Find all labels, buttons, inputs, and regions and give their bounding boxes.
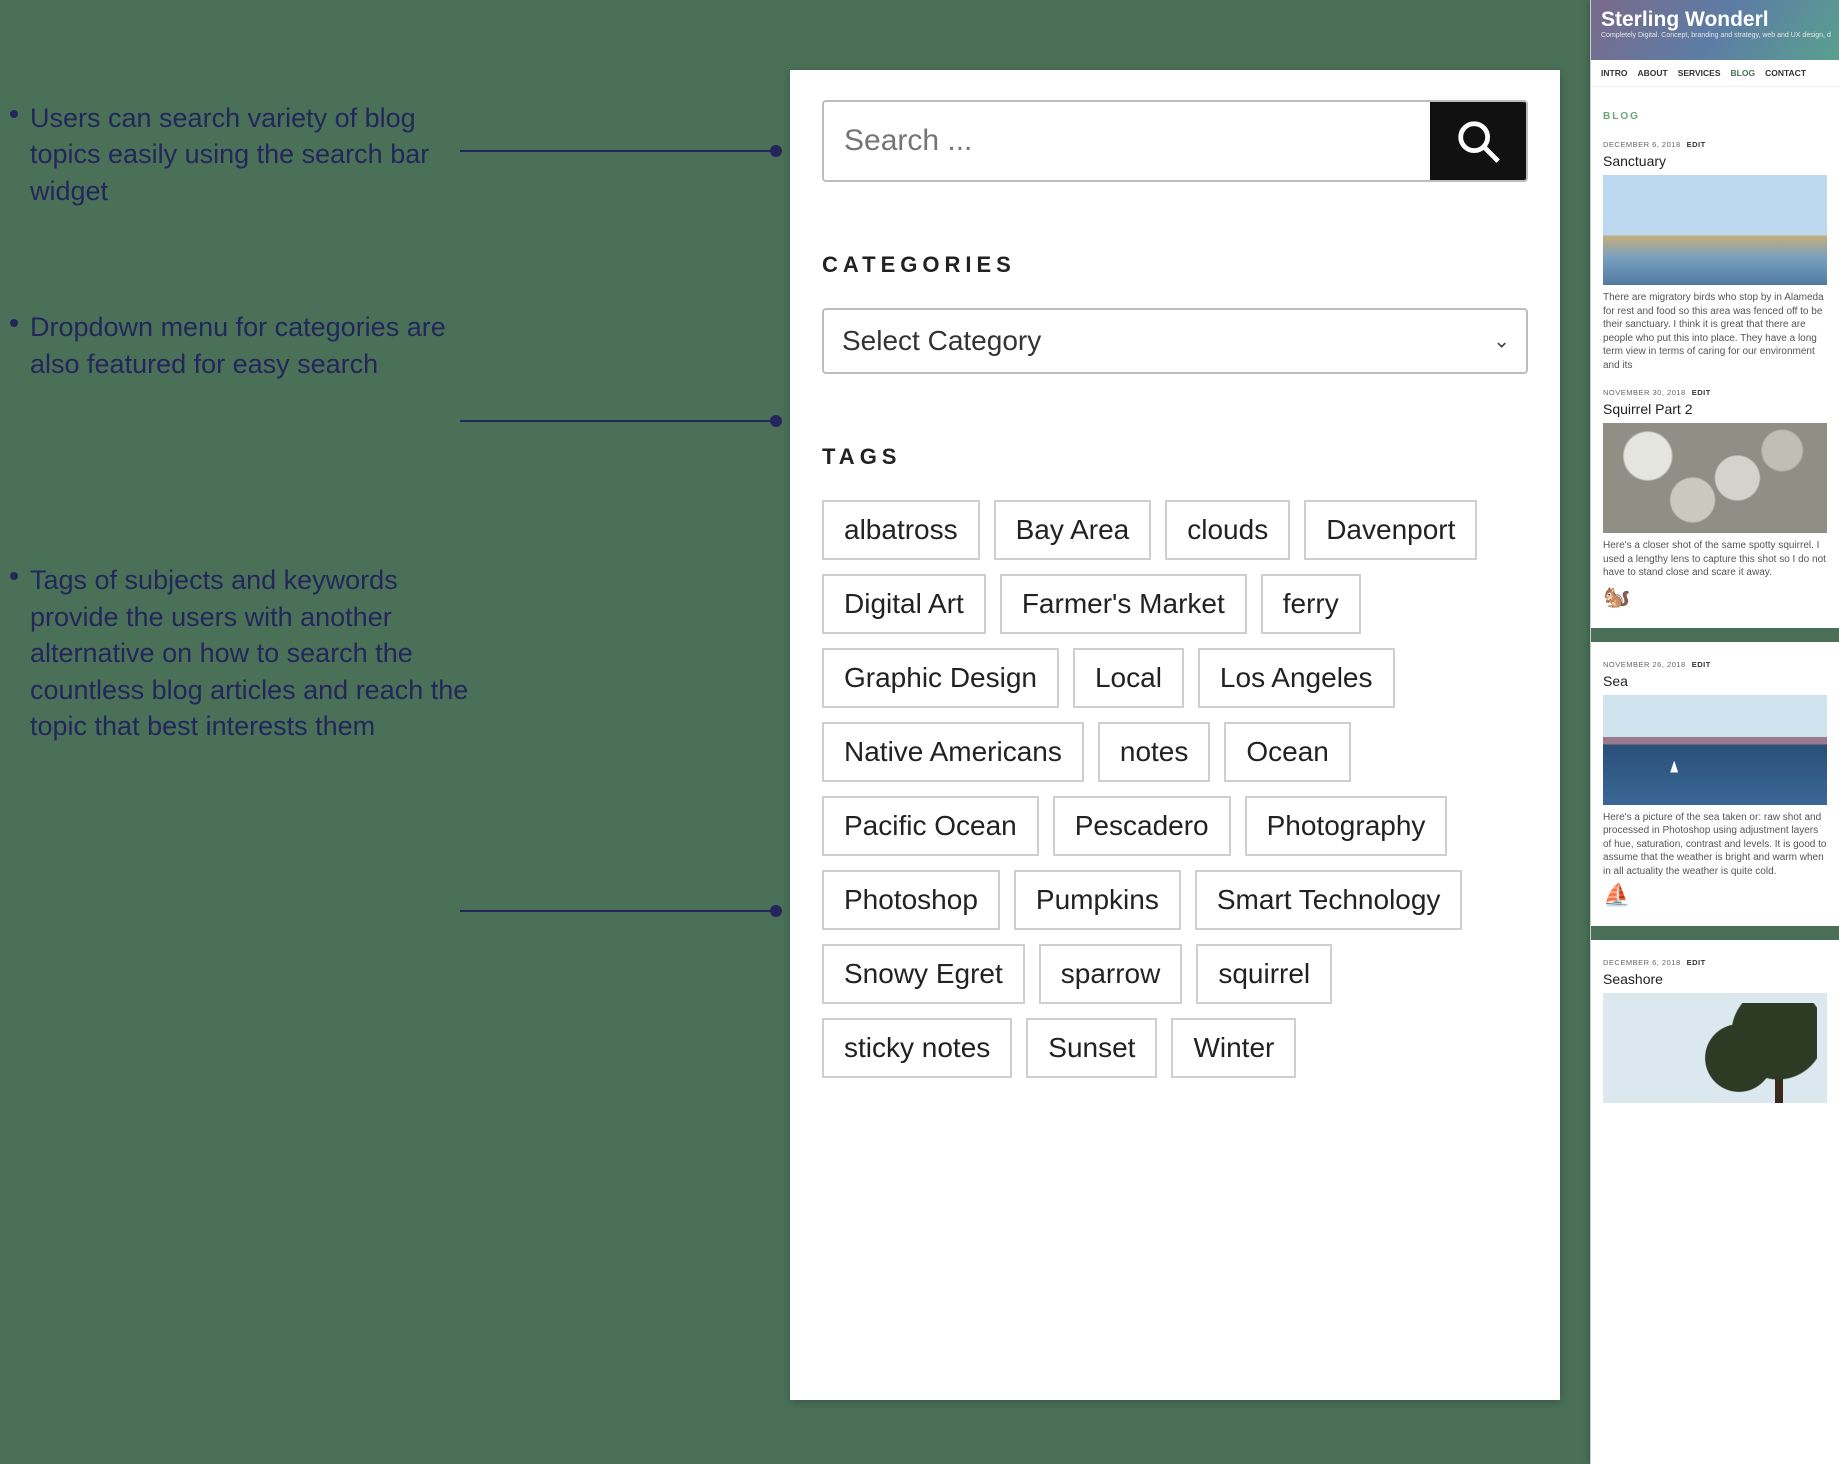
tag-link[interactable]: ferry: [1261, 574, 1361, 634]
post-edit-link[interactable]: EDIT: [1687, 140, 1706, 149]
post-emoji-icon: ⛵: [1603, 882, 1827, 908]
tag-link[interactable]: Pescadero: [1053, 796, 1231, 856]
annotation-1: Users can search variety of blog topics …: [10, 100, 490, 209]
site-title: Sterling Wonderl: [1601, 8, 1829, 32]
arrow-line: [460, 420, 780, 422]
tag-link[interactable]: notes: [1098, 722, 1211, 782]
blog-preview-column: Sterling Wonderl Completely Digital. Con…: [1590, 0, 1839, 1464]
bullet-icon: [10, 572, 18, 580]
post-edit-link[interactable]: EDIT: [1692, 660, 1711, 669]
post-date: DECEMBER 6, 2018: [1603, 958, 1681, 967]
tag-link[interactable]: Native Americans: [822, 722, 1084, 782]
tag-link[interactable]: Graphic Design: [822, 648, 1059, 708]
post-edit-link[interactable]: EDIT: [1692, 388, 1711, 397]
tag-link[interactable]: Photography: [1245, 796, 1448, 856]
search-widget: [822, 100, 1528, 182]
annotation-2: Dropdown menu for categories are also fe…: [10, 309, 490, 382]
post-edit-link[interactable]: EDIT: [1687, 958, 1706, 967]
post-meta: DECEMBER 6, 2018 EDIT: [1603, 140, 1827, 149]
categories-heading: CATEGORIES: [822, 252, 1528, 278]
search-icon: [1454, 117, 1502, 165]
tag-link[interactable]: albatross: [822, 500, 980, 560]
arrow-line: [460, 910, 780, 912]
blog-post: NOVEMBER 26, 2018 EDIT Sea Here's a picture…: [1603, 660, 1827, 909]
tag-link[interactable]: Farmer's Market: [1000, 574, 1247, 634]
nav-item[interactable]: BLOG: [1731, 68, 1756, 78]
blog-section-label: BLOG: [1603, 111, 1827, 122]
post-image[interactable]: [1603, 175, 1827, 285]
tag-link[interactable]: squirrel: [1196, 944, 1332, 1004]
annotation-text: Tags of subjects and keywords provide th…: [30, 562, 490, 744]
post-date: NOVEMBER 26, 2018: [1603, 660, 1686, 669]
nav-item[interactable]: ABOUT: [1637, 68, 1667, 78]
tag-link[interactable]: Photoshop: [822, 870, 1000, 930]
tags-heading: TAGS: [822, 444, 1528, 470]
section-divider: [1591, 926, 1839, 940]
post-excerpt: Here's a closer shot of the same spotty …: [1603, 539, 1827, 580]
tag-link[interactable]: Snowy Egret: [822, 944, 1025, 1004]
post-excerpt: There are migratory birds who stop by in…: [1603, 291, 1827, 372]
arrow-line: [460, 150, 780, 152]
tag-link[interactable]: Pumpkins: [1014, 870, 1181, 930]
chevron-down-icon: ⌄: [1493, 329, 1510, 354]
post-image[interactable]: [1603, 695, 1827, 805]
post-title[interactable]: Seashore: [1603, 971, 1827, 987]
tag-link[interactable]: Davenport: [1304, 500, 1477, 560]
tag-link[interactable]: Ocean: [1224, 722, 1351, 782]
annotation-column: Users can search variety of blog topics …: [10, 100, 490, 804]
tag-link[interactable]: sticky notes: [822, 1018, 1012, 1078]
section-divider: [1591, 628, 1839, 642]
tag-link[interactable]: Digital Art: [822, 574, 986, 634]
post-excerpt: Here's a picture of the sea taken or: ra…: [1603, 811, 1827, 879]
bullet-icon: [10, 319, 18, 327]
category-select-label: Select Category: [842, 325, 1041, 357]
post-meta: DECEMBER 6, 2018 EDIT: [1603, 958, 1827, 967]
nav-item[interactable]: INTRO: [1601, 68, 1627, 78]
bullet-icon: [10, 110, 18, 118]
sidebar-widget-panel: CATEGORIES Select Category ⌄ TAGS albatr…: [790, 70, 1560, 1400]
blog-post: NOVEMBER 30, 2018 EDIT Squirrel Part 2 Here…: [1603, 388, 1827, 610]
tag-cloud: albatrossBay AreacloudsDavenport Digital …: [822, 500, 1528, 1078]
post-meta: NOVEMBER 30, 2018 EDIT: [1603, 388, 1827, 397]
tag-link[interactable]: Smart Technology: [1195, 870, 1463, 930]
post-title[interactable]: Squirrel Part 2: [1603, 401, 1827, 417]
tag-link[interactable]: clouds: [1165, 500, 1290, 560]
post-image[interactable]: [1603, 993, 1827, 1103]
blog-site-header: Sterling Wonderl Completely Digital. Con…: [1591, 0, 1839, 60]
post-date: NOVEMBER 30, 2018: [1603, 388, 1686, 397]
search-input[interactable]: [824, 102, 1430, 180]
tag-link[interactable]: Local: [1073, 648, 1184, 708]
search-button[interactable]: [1430, 102, 1526, 180]
category-select[interactable]: Select Category ⌄: [822, 308, 1528, 374]
site-tagline: Completely Digital. Concept, branding an…: [1601, 32, 1829, 39]
post-title[interactable]: Sanctuary: [1603, 153, 1827, 169]
tag-link[interactable]: Winter: [1171, 1018, 1296, 1078]
annotation-text: Users can search variety of blog topics …: [30, 100, 490, 209]
post-image[interactable]: [1603, 423, 1827, 533]
post-meta: NOVEMBER 26, 2018 EDIT: [1603, 660, 1827, 669]
post-emoji-icon: 🐿️: [1603, 584, 1827, 610]
post-title[interactable]: Sea: [1603, 673, 1827, 689]
annotation-text: Dropdown menu for categories are also fe…: [30, 309, 490, 382]
tag-link[interactable]: Los Angeles: [1198, 648, 1395, 708]
tag-link[interactable]: Pacific Ocean: [822, 796, 1039, 856]
blog-nav: INTRO ABOUT SERVICES BLOG CONTACT: [1591, 60, 1839, 87]
blog-post: DECEMBER 6, 2018 EDIT Sanctuary There are m…: [1603, 140, 1827, 372]
tag-link[interactable]: Bay Area: [994, 500, 1152, 560]
blog-post: DECEMBER 6, 2018 EDIT Seashore: [1603, 958, 1827, 1103]
annotation-3: Tags of subjects and keywords provide th…: [10, 562, 490, 744]
post-date: DECEMBER 6, 2018: [1603, 140, 1681, 149]
nav-item[interactable]: SERVICES: [1678, 68, 1721, 78]
nav-item[interactable]: CONTACT: [1765, 68, 1806, 78]
blog-body: BLOG DECEMBER 6, 2018 EDIT Sanctuary There …: [1591, 87, 1839, 1129]
tag-link[interactable]: sparrow: [1039, 944, 1183, 1004]
tag-link[interactable]: Sunset: [1026, 1018, 1157, 1078]
